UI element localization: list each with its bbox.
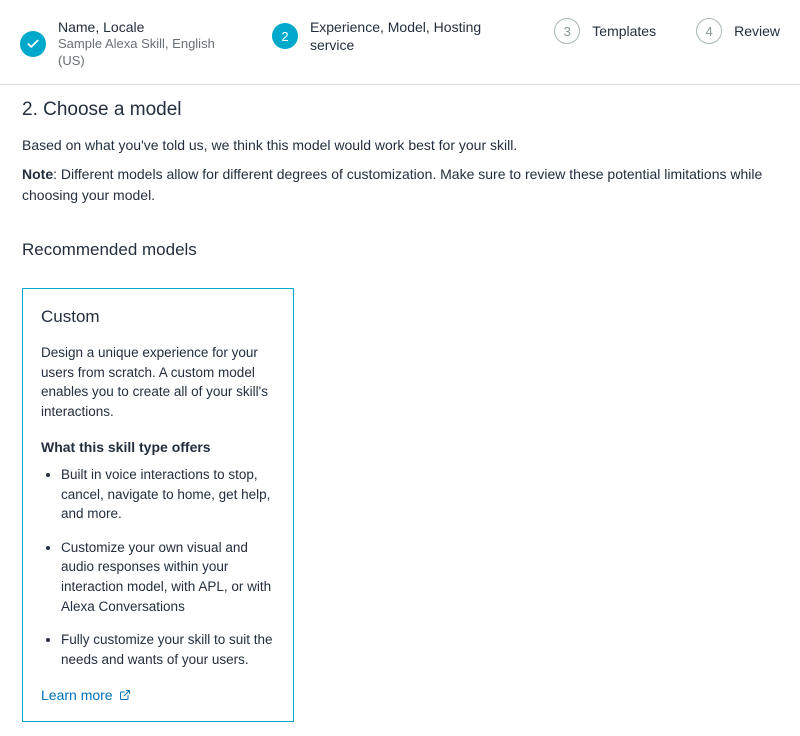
card-description: Design a unique experience for your user… bbox=[41, 343, 275, 421]
offers-list: Built in voice interactions to stop, can… bbox=[41, 465, 275, 669]
offers-heading: What this skill type offers bbox=[41, 439, 275, 455]
step-3-templates[interactable]: 3 Templates bbox=[554, 18, 656, 44]
step-2-experience-model-hosting[interactable]: 2 Experience, Model, Hosting service bbox=[272, 18, 514, 54]
page-title: 2. Choose a model bbox=[22, 99, 778, 121]
step-title: Templates bbox=[592, 22, 656, 40]
step-title: Review bbox=[734, 22, 780, 40]
step-number-icon: 3 bbox=[554, 18, 580, 44]
list-item: Customize your own visual and audio resp… bbox=[61, 538, 275, 616]
note-body: : Different models allow for different d… bbox=[22, 166, 762, 203]
step-number-icon: 4 bbox=[696, 18, 722, 44]
recommended-heading: Recommended models bbox=[22, 240, 778, 260]
main-content: 2. Choose a model Based on what you've t… bbox=[0, 85, 800, 736]
step-text: Review bbox=[734, 22, 780, 40]
step-text: Name, Locale Sample Alexa Skill, English… bbox=[58, 18, 232, 70]
step-text: Templates bbox=[592, 22, 656, 40]
step-4-review[interactable]: 4 Review bbox=[696, 18, 780, 44]
step-text: Experience, Model, Hosting service bbox=[310, 18, 514, 54]
learn-more-label: Learn more bbox=[41, 687, 113, 703]
wizard-stepper: Name, Locale Sample Alexa Skill, English… bbox=[0, 0, 800, 85]
step-title: Experience, Model, Hosting service bbox=[310, 18, 514, 54]
list-item: Built in voice interactions to stop, can… bbox=[61, 465, 275, 524]
external-link-icon bbox=[119, 689, 131, 701]
learn-more-link[interactable]: Learn more bbox=[41, 687, 131, 703]
intro-text: Based on what you've told us, we think t… bbox=[22, 135, 778, 156]
card-title: Custom bbox=[41, 307, 275, 327]
note-label: Note bbox=[22, 166, 53, 182]
model-card-custom[interactable]: Custom Design a unique experience for yo… bbox=[22, 288, 294, 722]
note-text: Note: Different models allow for differe… bbox=[22, 164, 778, 206]
step-number-icon: 2 bbox=[272, 23, 298, 49]
step-1-name-locale[interactable]: Name, Locale Sample Alexa Skill, English… bbox=[20, 18, 232, 70]
check-icon bbox=[20, 31, 46, 57]
step-title: Name, Locale bbox=[58, 18, 232, 36]
step-subtitle: Sample Alexa Skill, English (US) bbox=[58, 36, 232, 70]
list-item: Fully customize your skill to suit the n… bbox=[61, 630, 275, 669]
